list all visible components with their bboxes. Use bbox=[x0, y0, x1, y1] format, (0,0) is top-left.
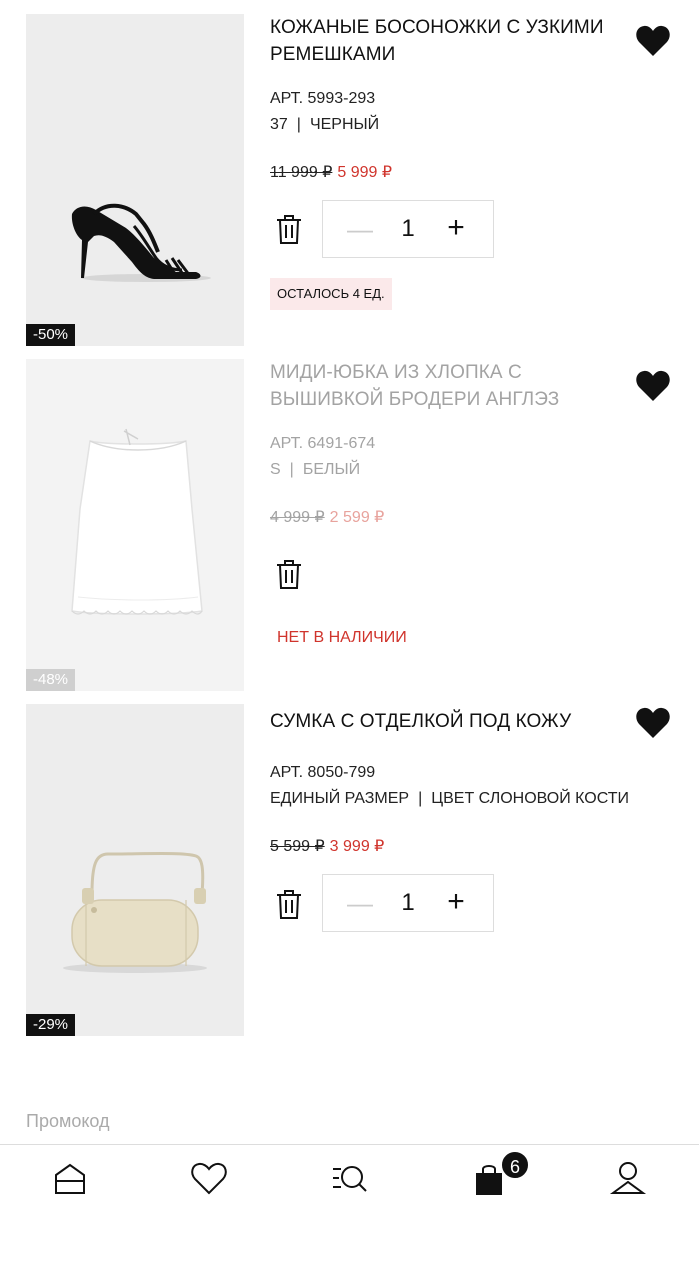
size-value: ЕДИНЫЙ РАЗМЕР bbox=[270, 790, 410, 807]
price: 4 999 ₽2 599 ₽ bbox=[270, 507, 384, 527]
article-number: АРТ. 6491-674 bbox=[270, 435, 376, 452]
product-title[interactable]: МИДИ-ЮБКА ИЗ ХЛОПКА С ВЫШИВКОЙ БРОДЕРИ А… bbox=[270, 359, 630, 413]
sale-price: 3 999 ₽ bbox=[329, 838, 385, 855]
trash-icon[interactable] bbox=[274, 213, 304, 245]
product-image[interactable]: -50% bbox=[26, 14, 244, 346]
increase-button[interactable]: + bbox=[441, 887, 471, 918]
size-color: S | БЕЛЫЙ bbox=[270, 461, 361, 478]
sale-price: 2 599 ₽ bbox=[329, 509, 385, 526]
user-icon[interactable] bbox=[608, 1159, 648, 1199]
promo-code-field[interactable]: Промокод bbox=[26, 1111, 110, 1132]
discount-badge: -50% bbox=[26, 324, 76, 346]
sandal-image bbox=[71, 203, 211, 282]
color-value: БЕЛЫЙ bbox=[302, 461, 361, 478]
heart-icon[interactable] bbox=[635, 24, 671, 58]
cart-item: -50% КОЖАНЫЕ БОСОНОЖКИ С УЗКИМИ РЕМЕШКАМ… bbox=[0, 14, 699, 346]
cart-item: -48% МИДИ-ЮБКА ИЗ ХЛОПКА С ВЫШИВКОЙ БРОД… bbox=[0, 359, 699, 691]
size-value: 37 bbox=[270, 116, 288, 133]
cart-item: -29% СУМКА С ОТДЕЛКОЙ ПОД КОЖУ АРТ. 8050… bbox=[0, 704, 699, 1036]
product-image[interactable]: -29% bbox=[26, 704, 244, 1036]
size-value: S bbox=[270, 461, 281, 478]
cart-count-badge: 6 bbox=[500, 1150, 530, 1180]
product-title[interactable]: КОЖАНЫЕ БОСОНОЖКИ С УЗКИМИ РЕМЕШКАМИ bbox=[270, 14, 630, 68]
low-stock-badge: ОСТАЛОСЬ 4 ЕД. bbox=[270, 278, 392, 310]
skirt-image bbox=[71, 428, 203, 615]
heart-icon[interactable] bbox=[635, 706, 671, 740]
trash-icon[interactable] bbox=[274, 558, 304, 590]
bag-image bbox=[63, 852, 207, 973]
size-color: ЕДИНЫЙ РАЗМЕР | ЦВЕТ СЛОНОВОЙ КОСТИ bbox=[270, 790, 630, 807]
search-menu-icon[interactable] bbox=[329, 1159, 369, 1199]
heart-icon[interactable] bbox=[635, 369, 671, 403]
article-number: АРТ. 5993-293 bbox=[270, 90, 376, 107]
size-color: 37 | ЧЕРНЫЙ bbox=[270, 116, 380, 133]
article-number: АРТ. 8050-799 bbox=[270, 764, 376, 781]
heart-icon[interactable] bbox=[189, 1159, 229, 1199]
quantity-stepper: — 1 + bbox=[322, 200, 494, 258]
home-icon[interactable] bbox=[50, 1159, 90, 1199]
discount-badge: -48% bbox=[26, 669, 76, 691]
product-image[interactable]: -48% bbox=[26, 359, 244, 691]
old-price: 5 599 ₽ bbox=[270, 838, 325, 855]
bottom-navigation bbox=[0, 1144, 699, 1280]
decrease-button[interactable]: — bbox=[345, 214, 375, 244]
decrease-button[interactable]: — bbox=[345, 888, 375, 918]
out-of-stock-label: НЕТ В НАЛИЧИИ bbox=[277, 629, 407, 646]
increase-button[interactable]: + bbox=[441, 213, 471, 244]
color-value: ЧЕРНЫЙ bbox=[309, 116, 380, 133]
quantity-value: 1 bbox=[401, 889, 415, 916]
quantity-stepper: — 1 + bbox=[322, 874, 494, 932]
color-value: ЦВЕТ СЛОНОВОЙ КОСТИ bbox=[431, 790, 630, 807]
product-title[interactable]: СУМКА С ОТДЕЛКОЙ ПОД КОЖУ bbox=[270, 708, 630, 735]
old-price: 4 999 ₽ bbox=[270, 509, 325, 526]
sale-price: 5 999 ₽ bbox=[337, 164, 393, 181]
trash-icon[interactable] bbox=[274, 888, 304, 920]
discount-badge: -29% bbox=[26, 1014, 76, 1036]
old-price: 11 999 ₽ bbox=[270, 164, 333, 181]
quantity-value: 1 bbox=[401, 215, 415, 242]
price: 5 599 ₽3 999 ₽ bbox=[270, 836, 384, 856]
price: 11 999 ₽5 999 ₽ bbox=[270, 162, 392, 182]
